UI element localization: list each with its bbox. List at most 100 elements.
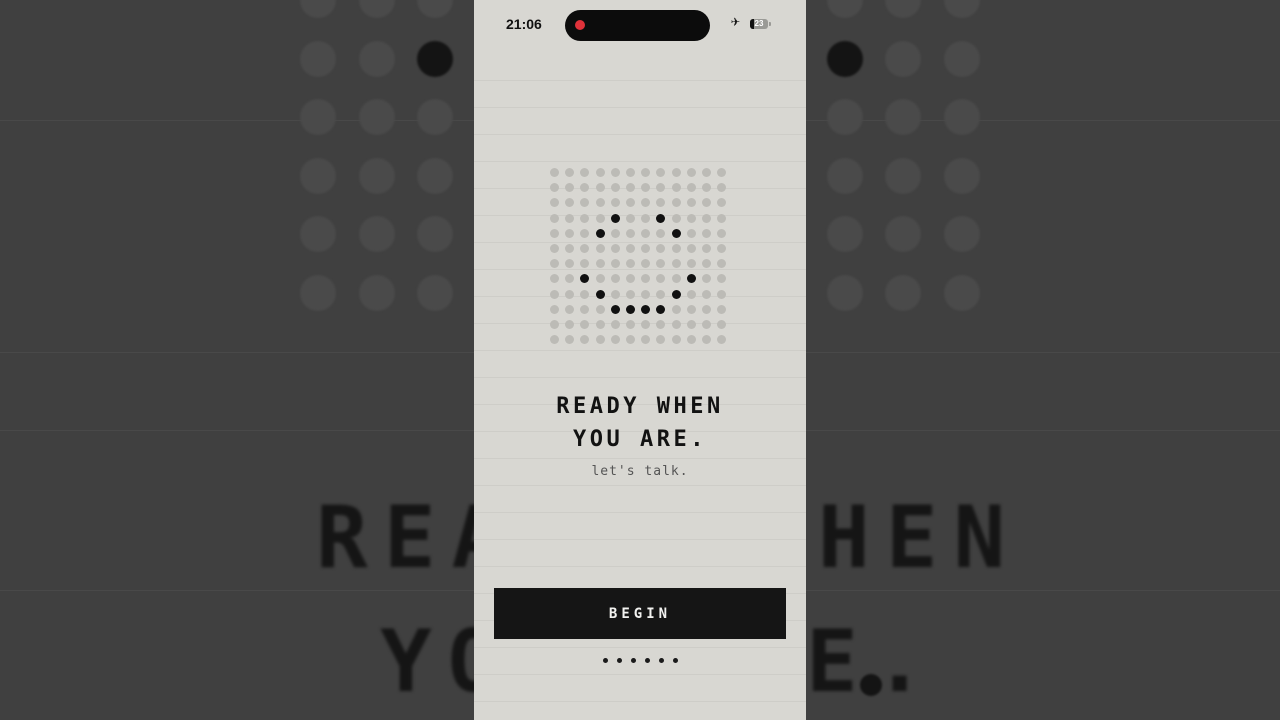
grid-dot [626, 335, 635, 345]
grid-dot [702, 274, 711, 284]
page-dot[interactable] [673, 658, 678, 663]
grid-dot [550, 259, 559, 269]
grid-dot [626, 228, 635, 238]
bg-dot [826, 40, 863, 77]
ruled-line [474, 350, 806, 351]
ruled-line [474, 674, 806, 675]
grid-dot [702, 228, 711, 238]
bg-dot [885, 157, 921, 194]
grid-dot [717, 228, 727, 238]
grid-dot [626, 183, 635, 193]
grid-dot [641, 213, 651, 223]
bg-dot [300, 0, 336, 18]
grid-dot [671, 198, 681, 208]
bg-dot [300, 157, 336, 194]
page-dot[interactable] [631, 658, 636, 663]
dynamic-island[interactable] [565, 10, 710, 41]
grid-dot [580, 259, 590, 269]
subtitle: let's talk. [591, 464, 689, 479]
grid-dot [671, 335, 681, 345]
grid-dot [641, 168, 651, 177]
grid-dot [595, 183, 605, 193]
grid-dot-active [595, 289, 605, 299]
grid-dot [671, 320, 681, 329]
grid-dot [550, 304, 559, 314]
grid-dot [671, 259, 681, 269]
page-dot[interactable] [617, 658, 622, 663]
ruled-line [474, 458, 806, 459]
ruled-line [474, 701, 806, 702]
grid-dot [686, 244, 696, 253]
grid-dot [686, 198, 696, 208]
bg-dot [300, 99, 336, 135]
grid-dot [580, 183, 590, 193]
bg-dot [885, 99, 921, 135]
grid-dot [717, 289, 727, 299]
grid-dot [610, 289, 620, 299]
grid-dot [565, 244, 575, 253]
grid-dot [550, 244, 559, 253]
grid-dot [656, 259, 666, 269]
headline-line-1: READY WHEN [556, 394, 724, 419]
grid-dot [626, 274, 635, 284]
grid-dot [671, 168, 681, 177]
grid-dot [671, 274, 681, 284]
grid-dot [580, 289, 590, 299]
grid-dot [641, 183, 651, 193]
grid-dot [686, 335, 696, 345]
grid-dot [717, 259, 727, 269]
ruled-line [474, 107, 806, 108]
grid-dot [626, 289, 635, 299]
video-frame: REA HEN YO E. 21:06 ✈ 23 READY WHEN YOU … [0, 0, 1280, 720]
grid-dot [626, 244, 635, 253]
grid-dot [610, 259, 620, 269]
battery-icon: 23 [750, 19, 768, 29]
grid-dot [565, 304, 575, 314]
begin-button[interactable]: BEGIN [494, 588, 786, 639]
grid-dot [702, 198, 711, 208]
page-dot[interactable] [659, 658, 664, 663]
grid-dot [550, 274, 559, 284]
grid-dot [565, 274, 575, 284]
bg-dot [358, 99, 395, 135]
bg-dot [300, 216, 336, 252]
grid-dot [686, 183, 696, 193]
page-dot[interactable] [603, 658, 608, 663]
grid-dot [686, 213, 696, 223]
page-dot[interactable] [645, 658, 650, 663]
bg-dot [943, 274, 980, 311]
grid-dot [702, 335, 711, 345]
bg-dot [358, 216, 395, 252]
bg-dot [885, 0, 921, 18]
grid-dot [610, 244, 620, 253]
grid-dot [565, 198, 575, 208]
grid-dot [671, 304, 681, 314]
bg-dot [885, 216, 921, 252]
grid-dot [580, 228, 590, 238]
grid-dot-active [580, 274, 590, 284]
grid-dot [656, 198, 666, 208]
bg-dot [826, 99, 863, 135]
grid-dot [641, 320, 651, 329]
grid-dot [626, 198, 635, 208]
grid-dot [686, 228, 696, 238]
grid-dot [641, 244, 651, 253]
grid-dot [565, 213, 575, 223]
bg-dot [300, 40, 336, 77]
bg-dot [358, 274, 395, 311]
grid-dot [595, 335, 605, 345]
grid-dot-active [671, 228, 681, 238]
grid-dot [702, 168, 711, 177]
grid-dot [595, 244, 605, 253]
grid-dot [656, 320, 666, 329]
grid-dot [565, 259, 575, 269]
bg-dot [358, 0, 395, 18]
grid-dot [580, 198, 590, 208]
grid-dot [595, 304, 605, 314]
grid-dot [595, 259, 605, 269]
grid-dot-active [610, 213, 620, 223]
grid-dot-active [656, 304, 666, 314]
grid-dot [580, 304, 590, 314]
ruled-line [474, 134, 806, 135]
airplane-icon: ✈ [731, 12, 741, 30]
